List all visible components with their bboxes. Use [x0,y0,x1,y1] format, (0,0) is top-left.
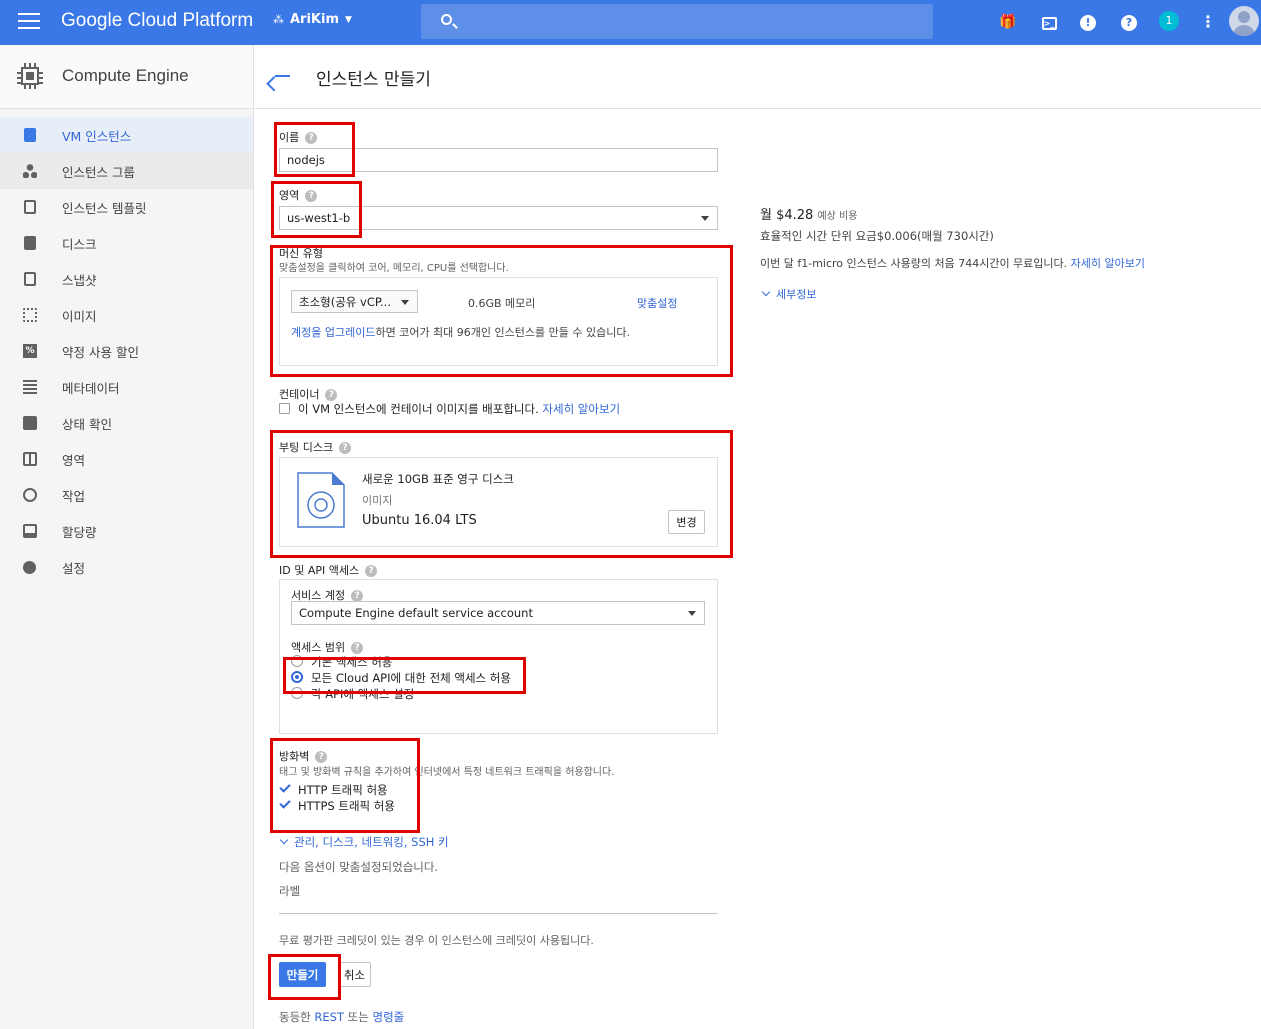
chevron-down-icon [701,216,709,221]
help-icon[interactable]: ? [351,642,364,654]
access-scope-label: 액세스 범위? [291,639,364,655]
highlight-box-boot-disk [270,430,733,558]
credit-note: 무료 평가판 크레딧이 있는 경우 이 인스턴스에 크레딧이 사용됩니다. [279,934,594,947]
project-dots-icon: ⁂ [273,13,284,26]
sidebar-item-vm-instances[interactable]: VM 인스턴스 [0,117,253,153]
highlight-box-machine-type [270,245,733,377]
help-icon[interactable]: ? [325,389,338,401]
feedback-icon[interactable]: ! [1078,12,1098,32]
project-name: AriKim [290,12,340,27]
advanced-options-link[interactable]: 관리, 디스크, 네트워킹, SSH 키 [279,834,449,850]
search-input[interactable] [421,4,933,39]
hourly-rate: 효율적인 시간 단위 요금$0.006(매월 730시간) [760,229,994,243]
highlight-box-firewall [270,738,420,833]
sidebar-item-instance-groups[interactable]: 인스턴스 그룹 [0,153,253,189]
help-icon[interactable]: ? [365,565,378,577]
sidebar-item-committed-use[interactable]: % 약정 사용 할인 [0,333,253,369]
sidebar-item-quotas[interactable]: 할당량 [0,513,253,549]
chevron-down-icon [688,611,696,616]
chevron-down-icon [279,835,289,845]
service-account-value: Compute Engine default service account [299,606,533,620]
sidebar-item-health-checks[interactable]: 상태 확인 [0,405,253,441]
sidebar-item-metadata[interactable]: 메타데이터 [0,369,253,405]
top-app-bar: Google Cloud Platform ⁂ AriKim ▼ 🎁 >_ ! … [0,0,1261,45]
highlight-box-zone [271,181,362,238]
sidebar-item-snapshots[interactable]: 스냅샷 [0,261,253,297]
avatar[interactable] [1229,6,1259,36]
quotas-icon [23,524,37,538]
sidebar-header: Compute Engine [0,45,253,109]
sidebar-item-operations[interactable]: 작업 [0,477,253,513]
disk-icon [24,236,36,250]
highlight-box-create [268,954,341,1000]
learn-more-link[interactable]: 자세히 알아보기 [542,402,620,416]
chevron-down-icon [761,287,771,297]
notification-badge[interactable]: 1 [1159,11,1179,31]
snapshot-icon [24,272,36,286]
details-link[interactable]: 세부정보 [761,286,816,302]
page-title: 인스턴스 만들기 [316,70,431,90]
monthly-cost: 월 $4.28 예상 비용 [760,208,858,223]
highlight-box-name [274,122,355,177]
compute-engine-icon [17,63,43,89]
settings-icon [23,560,36,574]
chevron-down-icon: ▼ [345,14,352,25]
page-header: 인스턴스 만들기 [255,45,1261,109]
committed-use-icon: % [23,344,37,358]
search-icon [441,14,452,25]
id-api-access-label: ID 및 API 액세스? [279,562,378,578]
sidebar-item-zones[interactable]: 영역 [0,441,253,477]
customized-note: 다음 옵션이 맞춤설정되었습니다. [279,860,439,874]
container-label: 컨테이너? [279,386,338,402]
divider [279,913,718,914]
sidebar-item-disks[interactable]: 디스크 [0,225,253,261]
container-checkbox[interactable] [279,403,290,414]
hamburger-menu-icon[interactable] [18,13,40,31]
metadata-icon [23,380,37,394]
health-check-icon [23,416,37,430]
free-tier-note: 이번 달 f1-micro 인스턴스 사용량의 처음 744시간이 무료입니다.… [760,257,1146,270]
vm-instances-icon [24,128,36,142]
brand-title[interactable]: Google Cloud Platform [61,10,253,32]
sidebar-item-settings[interactable]: 설정 [0,549,253,585]
command-line-link[interactable]: 명령줄 [372,1010,404,1024]
sidebar-item-instance-templates[interactable]: 인스턴스 템플릿 [0,189,253,225]
cancel-button[interactable]: 취소 [338,962,371,987]
highlight-box-access-scope [283,657,526,694]
operations-icon [23,488,37,502]
project-selector[interactable]: ⁂ AriKim ▼ [273,12,352,27]
service-account-select[interactable]: Compute Engine default service account [291,601,705,625]
pricing-learn-more-link[interactable]: 자세히 알아보기 [1071,257,1145,270]
equivalent-text: 동등한 REST 또는 명령줄 [279,1010,405,1024]
cloud-shell-icon[interactable]: >_ [1039,12,1059,32]
back-arrow-icon[interactable] [273,67,291,85]
gift-icon[interactable]: 🎁 [998,12,1018,32]
label-text: 라벨 [279,884,301,898]
container-text: 이 VM 인스턴스에 컨테이너 이미지를 배포합니다. 자세히 알아보기 [298,402,621,416]
rest-link[interactable]: REST [314,1010,344,1024]
help-icon[interactable]: ? [1119,12,1139,32]
sidebar-item-images[interactable]: 이미지 [0,297,253,333]
instance-templates-icon [24,200,36,214]
instance-groups-icon [23,164,37,178]
zones-icon [23,452,37,466]
image-icon [23,308,37,322]
more-vert-icon[interactable]: ⋮ [1198,12,1218,32]
sidebar-title: Compute Engine [62,66,189,85]
